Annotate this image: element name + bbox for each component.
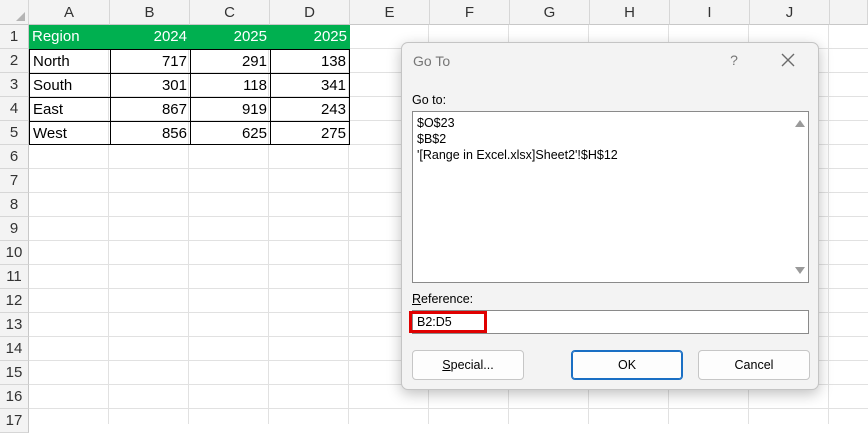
- go-to-list-item[interactable]: '[Range in Excel.xlsx]Sheet2'!$H$12: [417, 148, 618, 163]
- row-header[interactable]: 13: [0, 313, 29, 337]
- help-button[interactable]: ?: [727, 52, 741, 68]
- table-cell[interactable]: 625: [190, 121, 270, 145]
- ok-button[interactable]: OK: [571, 350, 683, 380]
- table-cell[interactable]: 243: [270, 97, 350, 121]
- go-to-label: Go to:: [412, 93, 447, 107]
- special-button[interactable]: Special...: [412, 350, 524, 380]
- table-cell[interactable]: 717: [110, 49, 190, 73]
- table-cell[interactable]: 341: [270, 73, 350, 97]
- column-header[interactable]: I: [670, 0, 750, 25]
- go-to-dialog: Go To ? Go to: $O$23 $B$2 '[Range in Exc…: [401, 42, 819, 390]
- row-header[interactable]: 2: [0, 49, 29, 73]
- row-header[interactable]: 14: [0, 337, 29, 361]
- row-header[interactable]: 1: [0, 25, 29, 49]
- table-cell[interactable]: 291: [190, 49, 270, 73]
- row-header[interactable]: 17: [0, 409, 29, 433]
- select-all-corner[interactable]: [0, 0, 29, 25]
- table-cell[interactable]: South: [29, 73, 110, 97]
- table-cell[interactable]: 275: [270, 121, 350, 145]
- select-all-triangle-icon: [16, 12, 25, 21]
- column-header[interactable]: F: [430, 0, 510, 25]
- reference-input[interactable]: B2:D5: [412, 310, 809, 334]
- scroll-down-arrow-icon[interactable]: [795, 267, 805, 274]
- table-header-cell[interactable]: 2025: [270, 25, 350, 49]
- table-cell[interactable]: 138: [270, 49, 350, 73]
- cancel-button[interactable]: Cancel: [698, 350, 810, 380]
- column-header[interactable]: [830, 0, 868, 25]
- column-header[interactable]: B: [110, 0, 190, 25]
- column-header[interactable]: D: [270, 0, 350, 25]
- column-header[interactable]: G: [510, 0, 590, 25]
- row-header[interactable]: 10: [0, 241, 29, 265]
- go-to-list[interactable]: $O$23 $B$2 '[Range in Excel.xlsx]Sheet2'…: [412, 111, 809, 283]
- row-header[interactable]: 15: [0, 361, 29, 385]
- table-header-cell[interactable]: Region: [29, 25, 110, 49]
- column-header[interactable]: H: [590, 0, 670, 25]
- reference-label: Reference:: [412, 292, 474, 306]
- table-cell[interactable]: 919: [190, 97, 270, 121]
- table-header-cell[interactable]: 2025: [190, 25, 270, 49]
- dialog-title: Go To: [413, 53, 451, 69]
- table-cell[interactable]: 301: [110, 73, 190, 97]
- row-header[interactable]: 3: [0, 73, 29, 97]
- table-cell[interactable]: North: [29, 49, 110, 73]
- row-header[interactable]: 5: [0, 121, 29, 145]
- go-to-list-item[interactable]: $B$2: [417, 132, 446, 147]
- table-cell[interactable]: 856: [110, 121, 190, 145]
- row-header[interactable]: 4: [0, 97, 29, 121]
- list-scrollbar[interactable]: [791, 112, 808, 282]
- table-cell[interactable]: 118: [190, 73, 270, 97]
- row-header[interactable]: 6: [0, 145, 29, 169]
- table-cell[interactable]: East: [29, 97, 110, 121]
- column-header[interactable]: E: [350, 0, 430, 25]
- column-header[interactable]: A: [29, 0, 110, 25]
- table-cell[interactable]: West: [29, 121, 110, 145]
- table-cell[interactable]: 867: [110, 97, 190, 121]
- row-header[interactable]: 9: [0, 217, 29, 241]
- column-header[interactable]: C: [190, 0, 270, 25]
- row-header[interactable]: 7: [0, 169, 29, 193]
- row-header[interactable]: 11: [0, 265, 29, 289]
- row-header[interactable]: 12: [0, 289, 29, 313]
- row-header[interactable]: 16: [0, 385, 29, 409]
- table-header-cell[interactable]: 2024: [110, 25, 190, 49]
- scroll-up-arrow-icon[interactable]: [795, 120, 805, 127]
- close-icon[interactable]: [780, 52, 796, 68]
- reference-value[interactable]: B2:D5: [417, 315, 452, 330]
- column-header[interactable]: J: [750, 0, 830, 25]
- row-header[interactable]: 8: [0, 193, 29, 217]
- go-to-list-item[interactable]: $O$23: [417, 116, 455, 131]
